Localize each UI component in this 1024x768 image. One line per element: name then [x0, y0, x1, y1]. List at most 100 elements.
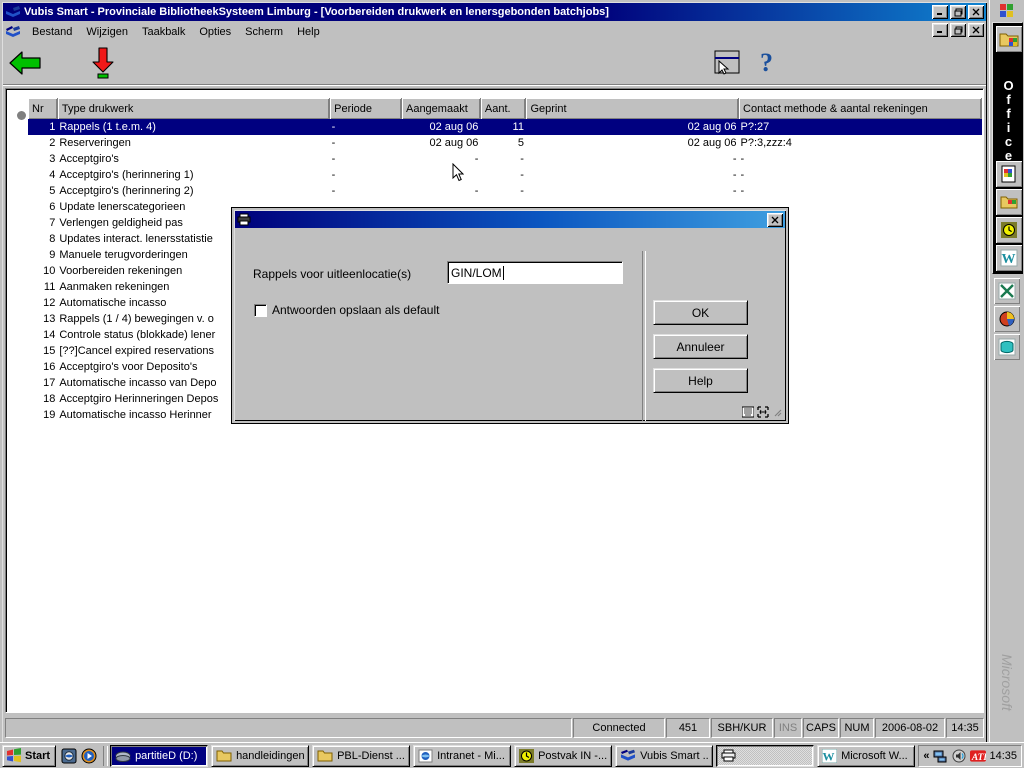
cell-aangemaakt: -	[474, 185, 479, 197]
status-user: SBH/KUR	[711, 718, 773, 738]
menu-item-opties[interactable]: Opties	[192, 24, 238, 40]
table-row[interactable]: 3 Acceptgiro's - - - - -	[28, 151, 982, 167]
help-button[interactable]: ?	[751, 45, 787, 81]
taskbar-task[interactable]: Postvak IN -...	[514, 744, 613, 767]
cell-periode: -	[331, 137, 336, 149]
save-default-checkbox-row[interactable]: Antwoorden opslaan als default	[254, 303, 439, 317]
resize-grip-icon[interactable]	[772, 407, 782, 417]
office-logo-icon	[1000, 4, 1013, 17]
col-header-type[interactable]: Type drukwerk	[57, 98, 331, 119]
start-button[interactable]: Start	[2, 744, 57, 767]
table-row[interactable]: 2 Reserveringen -02 aug 06 5 02 aug 06 P?:3,z…	[28, 135, 982, 151]
access-button[interactable]	[994, 334, 1020, 360]
open-office-document-icon	[1000, 196, 1018, 209]
cell-nr: 15	[43, 345, 56, 357]
open-office-document-button[interactable]	[996, 189, 1022, 215]
windows-flag-icon	[7, 748, 21, 763]
outlook-button[interactable]	[996, 217, 1022, 243]
menu-item-wijzigen[interactable]: Wijzigen	[79, 24, 135, 40]
outlook-icon	[519, 748, 535, 763]
taskbar-task[interactable]: PBL-Dienst ...	[312, 744, 411, 767]
mdi-restore-button[interactable]	[950, 23, 966, 37]
office-bar-label: Office	[1001, 78, 1016, 162]
cell-geprint: -	[732, 185, 737, 197]
table-row[interactable]: 1 Rappels (1 t.e.m. 4) -02 aug 06 11 02 aug …	[28, 119, 982, 135]
cell-aant: -	[520, 153, 524, 165]
tray-expand-icon[interactable]: «	[923, 750, 929, 762]
cell-geprint: -	[732, 169, 737, 181]
status-num: NUM	[840, 718, 874, 738]
status-date: 2006-08-02	[875, 718, 945, 738]
dialog-titlebar[interactable]	[235, 211, 785, 228]
window-titlebar[interactable]: Vubis Smart - Provinciale BibliotheekSys…	[3, 3, 986, 21]
cell-nr: 1	[28, 119, 58, 135]
ie-icon	[418, 749, 433, 763]
svg-text:W: W	[823, 749, 835, 763]
tray-clock[interactable]: 14:35	[989, 750, 1017, 762]
red-down-arrow-icon	[92, 47, 114, 79]
ie-channel-icon[interactable]	[60, 747, 78, 765]
restore-button[interactable]	[950, 5, 966, 19]
taskbar-task[interactable]: Vubis Smart ...	[615, 744, 714, 767]
outlook-icon	[1001, 222, 1017, 238]
save-default-checkbox[interactable]	[254, 303, 267, 317]
menu-item-help[interactable]: Help	[290, 24, 327, 40]
col-header-nr[interactable]: Nr	[28, 98, 58, 119]
excel-icon	[998, 282, 1016, 300]
cell-aant: 11	[480, 119, 526, 135]
cell-nr: 2	[49, 137, 56, 149]
resize-icon[interactable]	[757, 406, 769, 418]
close-button[interactable]	[968, 5, 984, 19]
back-button[interactable]	[7, 45, 43, 81]
location-input[interactable]: GIN/LOM	[447, 261, 623, 284]
cell-nr: 14	[43, 329, 56, 341]
taskbar-task[interactable]: partitieD (D:)	[110, 744, 209, 767]
taskbar-task[interactable]	[716, 744, 815, 767]
ati-icon[interactable]: ATI	[970, 748, 987, 764]
word-button[interactable]: W	[996, 245, 1022, 271]
taskbar-task[interactable]: handleidingen	[211, 744, 310, 767]
window-title: Vubis Smart - Provinciale BibliotheekSys…	[24, 6, 609, 18]
col-header-geprint[interactable]: Geprint	[525, 98, 740, 119]
mdi-minimize-button[interactable]	[932, 23, 948, 37]
select-window-button[interactable]	[709, 45, 745, 81]
media-player-icon[interactable]	[80, 747, 98, 765]
window-controls	[932, 5, 984, 19]
cell-aant: -	[520, 185, 524, 197]
excel-button[interactable]	[994, 278, 1020, 304]
status-bar: Connected 451 SBH/KUR INS CAPS NUM 2006-…	[5, 718, 984, 738]
help-button[interactable]: Help	[653, 368, 748, 393]
cell-type: Acceptgiro's (herinnering 2)	[59, 185, 194, 197]
table-row[interactable]: 4 Acceptgiro's (herinnering 1) - - - -	[28, 167, 982, 183]
taskbar-task[interactable]: Intranet - Mi...	[413, 744, 512, 767]
volume-icon[interactable]	[951, 748, 967, 764]
keyboard-icon[interactable]	[742, 406, 754, 418]
col-header-periode[interactable]: Periode	[329, 98, 402, 119]
dialog-close-button[interactable]	[767, 212, 783, 227]
menu-item-bestand[interactable]: Bestand	[25, 24, 79, 40]
cancel-button[interactable]: Annuleer	[653, 334, 748, 359]
cell-nr: 18	[43, 393, 56, 405]
col-header-aangemaakt[interactable]: Aangemaakt	[401, 98, 481, 119]
new-office-document-button[interactable]	[996, 161, 1022, 187]
menu-item-scherm[interactable]: Scherm	[238, 24, 290, 40]
mdi-close-button[interactable]	[968, 23, 984, 37]
table-row[interactable]: 5 Acceptgiro's (herinnering 2) - - - - -	[28, 183, 982, 199]
col-header-aant[interactable]: Aant.	[480, 98, 527, 119]
cell-aangemaakt: -	[474, 153, 479, 165]
powerpoint-button[interactable]	[994, 306, 1020, 332]
menu-item-taakbalk[interactable]: Taakbalk	[135, 24, 192, 40]
cell-periode: -	[329, 119, 402, 135]
ok-button[interactable]: OK	[653, 300, 748, 325]
cell-aangemaakt	[401, 167, 480, 183]
taskbar-task[interactable]: W Microsoft W...	[817, 744, 916, 767]
status-session: 451	[666, 718, 710, 738]
download-button[interactable]	[85, 45, 121, 81]
office-folder-button[interactable]	[996, 26, 1022, 52]
col-header-contact[interactable]: Contact methode & aantal rekeningen	[738, 98, 982, 119]
network-icon[interactable]	[932, 748, 948, 764]
cell-type: Acceptgiro's	[59, 153, 119, 165]
minimize-button[interactable]	[932, 5, 948, 19]
save-default-label: Antwoorden opslaan als default	[272, 303, 440, 317]
office-logo-button[interactable]	[993, 2, 1021, 20]
